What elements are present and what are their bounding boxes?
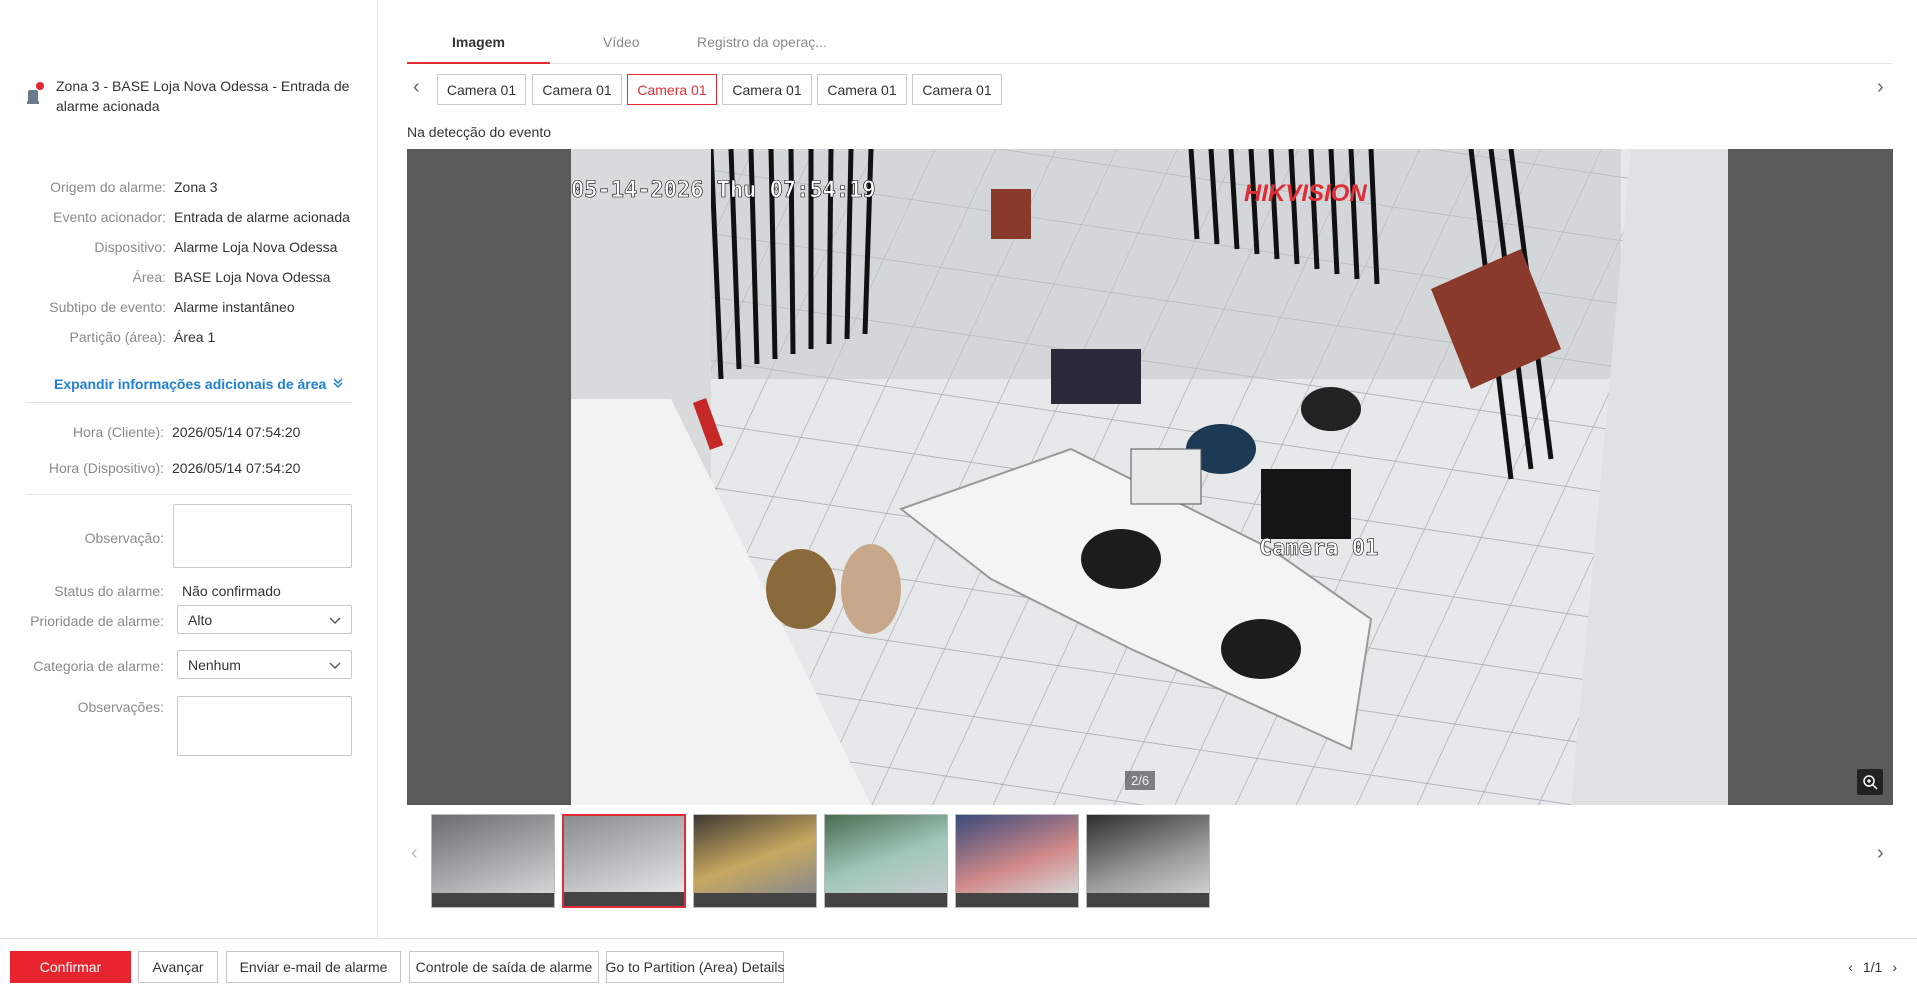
image-viewer[interactable]: 05-14-2026 Thu 07:54:19 HIKVISION Camera… — [407, 149, 1893, 805]
email-alarm-button[interactable]: Enviar e-mail de alarme — [226, 951, 401, 983]
alarm-header: Zona 3 - BASE Loja Nova Odessa - Entrada… — [26, 76, 356, 116]
category-select[interactable]: Nenhum — [177, 650, 352, 679]
status-row: Status do alarme: Não confirmado — [54, 583, 281, 599]
detail-row-subtype: Subtipo de evento: Alarme instantâneo — [49, 299, 295, 315]
alarm-output-control-button[interactable]: Controle de saída de alarme — [409, 951, 599, 983]
detail-row-trigger: Evento acionador: Entrada de alarme acio… — [53, 209, 350, 225]
chevron-right-icon[interactable]: › — [1877, 842, 1884, 865]
time-row-device: Hora (Dispositivo): 2026/05/14 07:54:20 — [48, 460, 301, 476]
expand-area-info-link[interactable]: Expandir informações adicionais de área — [54, 376, 344, 392]
alarm-title: Zona 3 - BASE Loja Nova Odessa - Entrada… — [56, 78, 350, 114]
detail-row-device: Dispositivo: Alarme Loja Nova Odessa — [94, 239, 338, 255]
advance-button[interactable]: Avançar — [138, 951, 218, 983]
camera-chip[interactable]: Camera 01 — [722, 74, 812, 105]
priority-select[interactable]: Alto — [177, 605, 352, 634]
thumbnail[interactable] — [955, 814, 1079, 908]
double-chevron-down-icon — [332, 376, 344, 392]
camera-chip[interactable]: Camera 01 — [817, 74, 907, 105]
thumbnail[interactable] — [693, 814, 817, 908]
camera-chip[interactable]: Camera 01 — [912, 74, 1002, 105]
thumbnail[interactable] — [824, 814, 948, 908]
detail-tabs: Imagem Vídeo Registro da operaç... — [407, 30, 1893, 64]
chevron-left-icon[interactable]: ‹ — [411, 842, 418, 865]
chevron-left-icon[interactable]: ‹ — [413, 76, 420, 99]
camera-chip[interactable]: Camera 01 — [532, 74, 622, 105]
camera-name-overlay: Camera 01 — [1259, 536, 1378, 561]
alarm-bell-icon — [26, 82, 46, 106]
chevron-right-icon[interactable]: › — [1892, 959, 1897, 975]
chevron-right-icon[interactable]: › — [1877, 76, 1884, 99]
chevron-left-icon[interactable]: ‹ — [1848, 959, 1853, 975]
image-counter: 2/6 — [1125, 771, 1156, 790]
page-indicator: 1/1 — [1862, 959, 1883, 975]
detail-row-partition: Partição (área): Área 1 — [69, 329, 216, 345]
remarks-field[interactable] — [177, 696, 352, 756]
zoom-in-icon[interactable] — [1857, 769, 1883, 795]
image-caption: Na detecção do evento — [407, 124, 551, 140]
tab-operation-log[interactable]: Registro da operaç... — [697, 34, 827, 64]
detail-row-area: Área: BASE Loja Nova Odessa — [132, 269, 331, 285]
confirm-button[interactable]: Confirmar — [10, 951, 131, 983]
camera-snapshot: 05-14-2026 Thu 07:54:19 HIKVISION Camera… — [571, 149, 1728, 805]
camera-chip[interactable]: Camera 01 — [437, 74, 526, 105]
alarm-detail-panel: Zona 3 - BASE Loja Nova Odessa - Entrada… — [0, 0, 378, 938]
pager: ‹ 1/1 › — [1848, 959, 1897, 975]
camera-selector: ‹ Camera 01 Camera 01 Camera 01 Camera 0… — [407, 74, 1893, 106]
divider — [26, 494, 352, 495]
camera-chip-active[interactable]: Camera 01 — [627, 74, 717, 105]
timestamp-overlay: 05-14-2026 Thu 07:54:19 — [571, 178, 876, 203]
thumbnail-strip: ‹ › — [407, 812, 1893, 908]
observation-field[interactable] — [173, 504, 352, 568]
thumbnail[interactable] — [431, 814, 555, 908]
tab-image[interactable]: Imagem — [407, 34, 550, 64]
thumbnail-active[interactable] — [562, 814, 686, 908]
chevron-down-icon — [329, 612, 341, 628]
partition-details-button[interactable]: Go to Partition (Area) Details — [606, 951, 784, 983]
thumbnail[interactable] — [1086, 814, 1210, 908]
time-row-client: Hora (Cliente): 2026/05/14 07:54:20 — [72, 424, 301, 440]
detail-row-origin: Origem do alarme: Zona 3 — [50, 179, 218, 195]
tab-video[interactable]: Vídeo — [603, 34, 640, 64]
chevron-down-icon — [329, 657, 341, 673]
action-footer: Confirmar Avançar Enviar e-mail de alarm… — [0, 938, 1917, 991]
divider — [26, 402, 352, 403]
brand-overlay: HIKVISION — [1244, 180, 1367, 207]
